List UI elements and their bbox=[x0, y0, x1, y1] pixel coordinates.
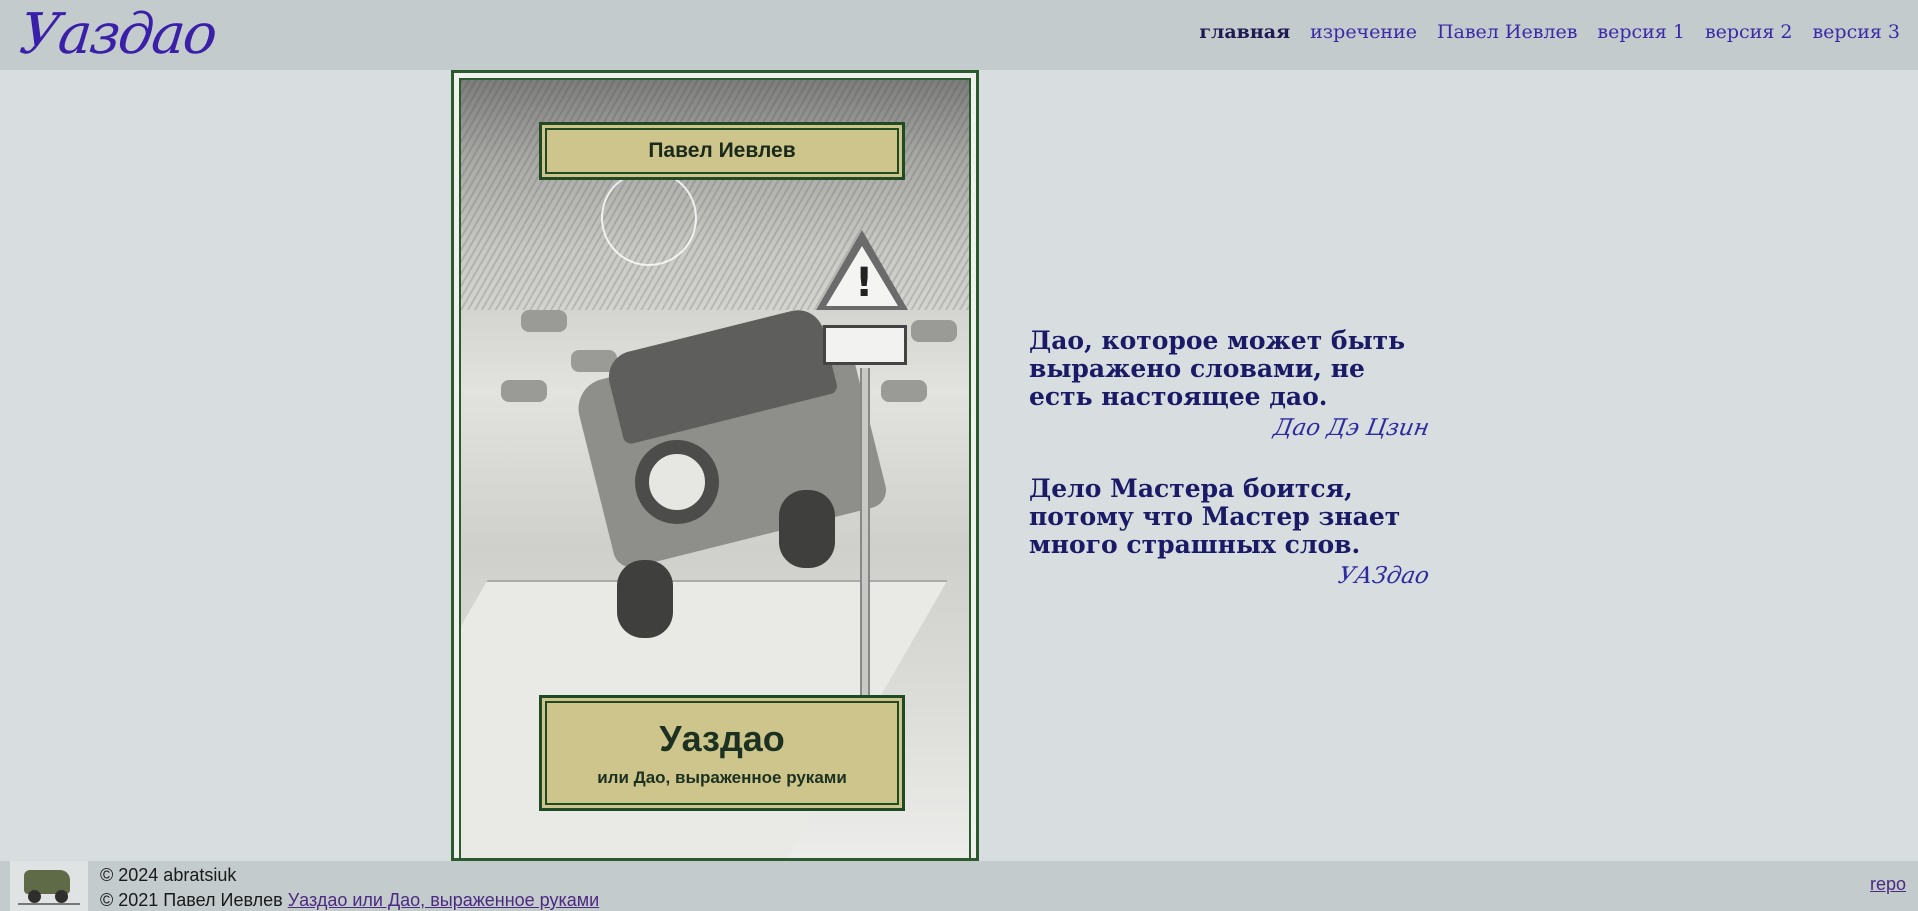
site-header: Уаздао главная изречение Павел Иевлев ве… bbox=[0, 0, 1918, 70]
cover-sign-pole bbox=[860, 368, 870, 723]
book-cover-image: ! Павел Иевлев Уаздао или Дао, выраженно… bbox=[451, 70, 979, 861]
repo-link[interactable]: repo bbox=[1870, 874, 1906, 895]
cover-title-plate: Уаздао или Дао, выраженное руками bbox=[539, 695, 905, 811]
copyright-original: © 2021 Павел Иевлев Уаздао или Дао, выра… bbox=[100, 888, 599, 911]
cover-background-car bbox=[521, 310, 567, 332]
jeep-wheel-icon bbox=[28, 890, 41, 903]
site-footer: © 2024 abratsiuk © 2021 Павел Иевлев Уаз… bbox=[0, 861, 1918, 911]
cover-sun bbox=[601, 170, 697, 266]
exclamation-icon: ! bbox=[855, 260, 874, 306]
cover-background-car bbox=[911, 320, 957, 342]
cover-subtitle: или Дао, выраженное руками bbox=[597, 768, 847, 787]
nav-link-version-1[interactable]: версия 1 bbox=[1597, 21, 1685, 43]
nav-link-version-2[interactable]: версия 2 bbox=[1705, 21, 1793, 43]
cover-jeep-wheel bbox=[779, 490, 835, 568]
cover-background-car bbox=[501, 380, 547, 402]
cover-title: Уаздао bbox=[659, 718, 785, 759]
cover-author-plate: Павел Иевлев bbox=[539, 122, 905, 180]
footer-jeep-thumbnail bbox=[10, 861, 88, 911]
quote-block: Дело Мастера боится, потому что Мастер з… bbox=[1029, 474, 1432, 590]
cover-sign-plate bbox=[823, 325, 907, 365]
nav-link-author[interactable]: Павел Иевлев bbox=[1437, 21, 1577, 43]
book-link[interactable]: Уаздао или Дао, выраженное руками bbox=[288, 890, 599, 910]
copyright-original-prefix: © 2021 Павел Иевлев bbox=[100, 890, 283, 910]
jeep-shadow bbox=[18, 903, 80, 905]
cover-author: Павел Иевлев bbox=[648, 139, 796, 162]
jeep-wheel-icon bbox=[55, 890, 68, 903]
site-logo[interactable]: Уаздао bbox=[16, 0, 219, 70]
cover-jeep-wheel bbox=[617, 560, 673, 638]
footer-copyright: © 2024 abratsiuk © 2021 Павел Иевлев Уаз… bbox=[100, 863, 599, 911]
book-cover-illustration: ! Павел Иевлев Уаздао или Дао, выраженно… bbox=[459, 78, 971, 858]
nav-link-version-3[interactable]: версия 3 bbox=[1812, 21, 1900, 43]
copyright-current: © 2024 abratsiuk bbox=[100, 865, 237, 885]
quote-block: Дао, которое может быть выражено словами… bbox=[1029, 326, 1432, 442]
quotes-section: Дао, которое может быть выражено словами… bbox=[1029, 326, 1432, 623]
quote-text: Дело Мастера боится, потому что Мастер з… bbox=[1029, 474, 1401, 559]
nav-link-home[interactable]: главная bbox=[1199, 21, 1290, 43]
main-nav: главная изречение Павел Иевлев версия 1 … bbox=[1199, 21, 1900, 43]
cover-background-car bbox=[881, 380, 927, 402]
quote-author: Дао Дэ Цзин bbox=[1271, 415, 1432, 441]
quote-text: Дао, которое может быть выражено словами… bbox=[1029, 326, 1406, 411]
cover-jeep-spare-wheel bbox=[635, 440, 719, 524]
quote-author: УАЗдао bbox=[1336, 563, 1432, 589]
nav-link-saying[interactable]: изречение bbox=[1310, 21, 1417, 43]
